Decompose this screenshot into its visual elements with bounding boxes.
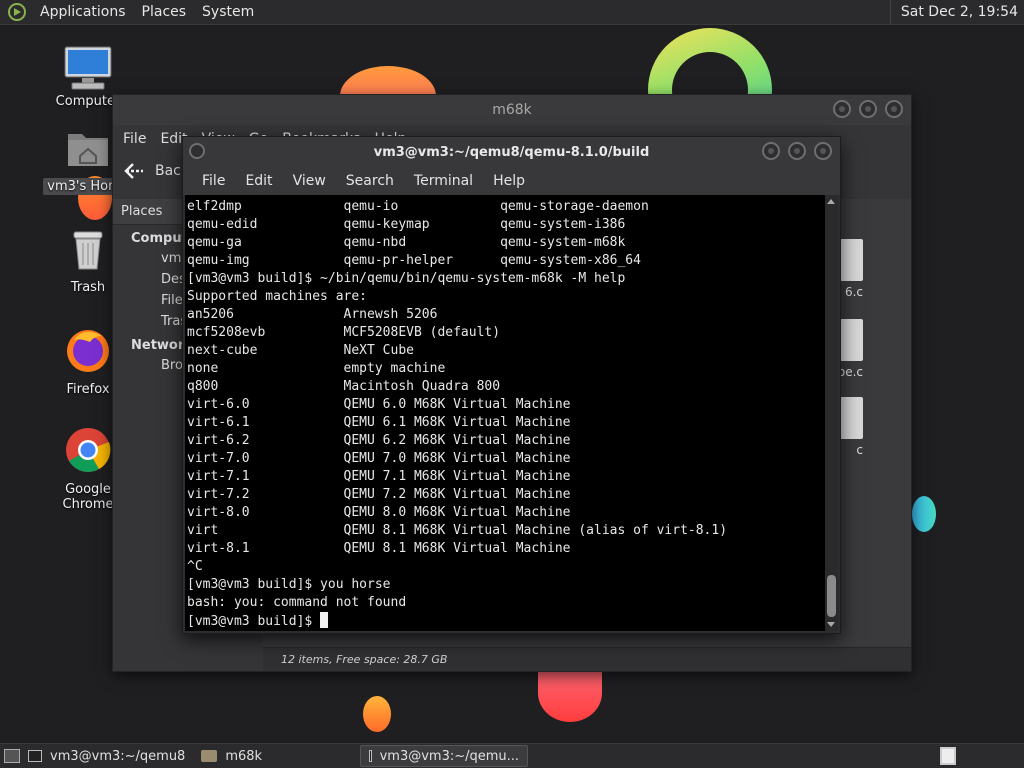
wallpaper-blob <box>912 496 936 532</box>
terminal-line: qemu-img qemu-pr-helper qemu-system-x86_… <box>187 253 641 268</box>
file-label: 6.c <box>844 285 863 299</box>
terminal-line: elf2dmp qemu-io qemu-storage-daemon <box>187 199 649 214</box>
taskbar-item-label: m68k <box>225 748 263 764</box>
menu-search[interactable]: Search <box>337 173 403 189</box>
terminal-line: qemu-ga qemu-nbd qemu-system-m68k <box>187 235 626 250</box>
applications-logo-icon[interactable] <box>8 3 26 21</box>
terminal-line: virt-7.2 QEMU 7.2 M68K Virtual Machine <box>187 487 571 502</box>
back-arrow-icon <box>124 163 143 179</box>
window-title: m68k <box>492 102 532 118</box>
close-button[interactable] <box>885 100 903 118</box>
terminal-line: next-cube NeXT Cube <box>187 343 414 358</box>
minimize-button[interactable] <box>833 100 851 118</box>
terminal-line: virt-7.1 QEMU 7.1 M68K Virtual Machine <box>187 469 571 484</box>
terminal-line: [vm3@vm3 build]$ you horse <box>187 577 391 592</box>
terminal-icon <box>369 750 372 762</box>
close-button[interactable] <box>814 142 832 160</box>
menu-applications[interactable]: Applications <box>32 4 134 20</box>
taskbar-item-label: vm3@vm3:~/qemu... <box>379 748 520 764</box>
menu-file[interactable]: File <box>193 173 234 189</box>
terminal-line: bash: you: command not found <box>187 595 407 610</box>
text-cursor <box>320 612 329 628</box>
top-panel: Applications Places System Sat Dec 2, 19… <box>0 0 1024 25</box>
terminal-line: virt-8.1 QEMU 8.1 M68K Virtual Machine <box>187 541 571 556</box>
taskbar-item-label: vm3@vm3:~/qemu8 <box>50 748 186 764</box>
maximize-button[interactable] <box>788 142 806 160</box>
menu-system[interactable]: System <box>194 4 262 20</box>
maximize-button[interactable] <box>859 100 877 118</box>
wallpaper-blob <box>363 696 391 732</box>
file-label: c <box>856 443 863 457</box>
menu-view[interactable]: View <box>284 173 335 189</box>
firefox-icon <box>67 330 109 372</box>
scrollbar-thumb[interactable] <box>827 575 836 617</box>
clock[interactable]: Sat Dec 2, 19:54 <box>889 0 1024 24</box>
terminal-titlebar[interactable]: vm3@vm3:~/qemu8/qemu-8.1.0/build <box>183 137 840 167</box>
menu-terminal[interactable]: Terminal <box>405 173 482 189</box>
window-menu-button[interactable] <box>189 143 205 159</box>
terminal-line: none empty machine <box>187 361 446 376</box>
workspace-switcher-icon[interactable] <box>940 747 956 765</box>
monitor-icon <box>64 46 112 90</box>
minimize-button[interactable] <box>762 142 780 160</box>
terminal-line: virt-6.1 QEMU 6.1 M68K Virtual Machine <box>187 415 571 430</box>
taskbar-item-m68k[interactable]: m68k <box>193 745 270 767</box>
chrome-icon <box>66 428 111 472</box>
wallpaper-blob <box>538 664 602 722</box>
terminal-line: Supported machines are: <box>187 289 368 304</box>
terminal-line: qemu-edid qemu-keymap qemu-system-i386 <box>187 217 626 232</box>
terminal-line: mcf5208evb MCF5208EVB (default) <box>187 325 501 340</box>
taskbar-item-terminal-1[interactable]: vm3@vm3:~/qemu8 <box>20 745 193 767</box>
terminal-line: an5206 Arnewsh 5206 <box>187 307 438 322</box>
terminal-line: virt-6.2 QEMU 6.2 M68K Virtual Machine <box>187 433 571 448</box>
scroll-up-icon[interactable] <box>827 199 835 204</box>
status-bar: 12 items, Free space: 28.7 GB <box>263 647 911 671</box>
terminal-line: [vm3@vm3 build]$ ~/bin/qemu/bin/qemu-sys… <box>187 271 626 286</box>
terminal-line: virt QEMU 8.1 M68K Virtual Machine (alia… <box>187 523 728 538</box>
menu-edit[interactable]: Edit <box>236 173 281 189</box>
menu-help[interactable]: Help <box>484 173 534 189</box>
terminal-prompt: [vm3@vm3 build]$ <box>187 614 321 629</box>
terminal-line: virt-8.0 QEMU 8.0 M68K Virtual Machine <box>187 505 571 520</box>
menu-places[interactable]: Places <box>134 4 195 20</box>
window-title: vm3@vm3:~/qemu8/qemu-8.1.0/build <box>373 144 650 160</box>
scroll-down-icon[interactable] <box>827 622 835 627</box>
bottom-taskbar: vm3@vm3:~/qemu8 m68k vm3@vm3:~/qemu... <box>0 743 1024 768</box>
back-button[interactable]: Back <box>123 162 189 180</box>
terminal-line: virt-7.0 QEMU 7.0 M68K Virtual Machine <box>187 451 571 466</box>
file-manager-titlebar[interactable]: m68k <box>113 95 911 125</box>
terminal-window: vm3@vm3:~/qemu8/qemu-8.1.0/build File Ed… <box>182 136 841 634</box>
terminal-line: virt-6.0 QEMU 6.0 M68K Virtual Machine <box>187 397 571 412</box>
terminal-line: ^C <box>187 559 203 574</box>
trash-icon <box>73 231 103 270</box>
taskbar-item-terminal-2[interactable]: vm3@vm3:~/qemu... <box>360 745 529 767</box>
file-label: be.c <box>837 365 863 379</box>
menu-file[interactable]: File <box>123 131 146 147</box>
terminal-line: q800 Macintosh Quadra 800 <box>187 379 501 394</box>
terminal-menubar: File Edit View Search Terminal Help <box>183 167 840 195</box>
terminal-prompt-line[interactable]: [vm3@vm3 build]$ <box>187 612 827 630</box>
folder-icon <box>201 750 218 762</box>
terminal-scrollbar[interactable] <box>825 195 838 631</box>
terminal-output[interactable]: elf2dmp qemu-io qemu-storage-daemon qemu… <box>185 195 827 631</box>
home-folder-icon <box>68 134 108 166</box>
show-desktop-icon[interactable] <box>4 749 20 763</box>
terminal-icon <box>28 750 42 762</box>
